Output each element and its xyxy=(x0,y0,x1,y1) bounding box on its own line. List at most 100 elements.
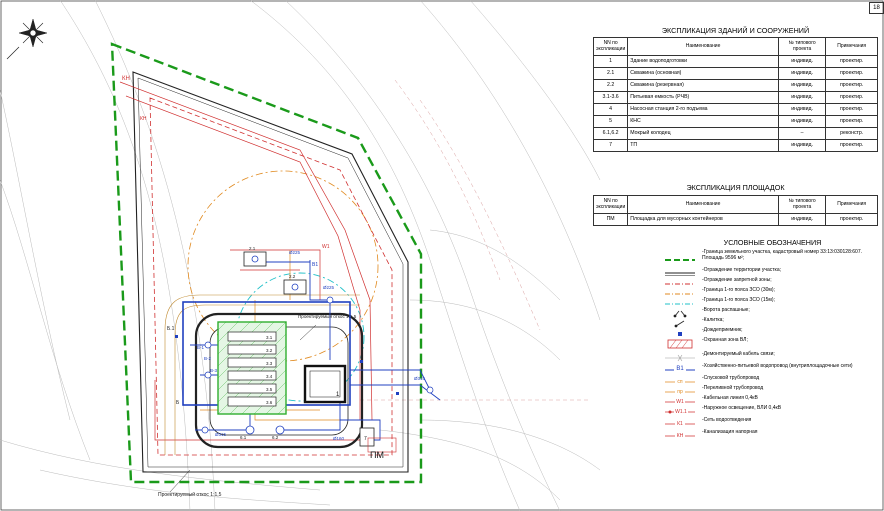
legend-item: -Граница 1-го пояса ЗСО (30м); xyxy=(665,286,880,296)
wet-well-6-2-icon xyxy=(275,425,285,435)
cell-name: Скважина (основная) xyxy=(627,67,779,80)
cell-number: 6.1,6.2 xyxy=(592,127,629,140)
legend-label: -Ограждение территории участка; xyxy=(702,267,781,273)
buildings-table: NN по экспликации Наименование № типовог… xyxy=(592,37,878,152)
legend-item: пр -Переливной трубопровод xyxy=(665,384,880,395)
buildings-table-header: NN по экспликации Наименование № типовог… xyxy=(592,37,878,56)
legend-label: -Калитка; xyxy=(702,317,724,323)
legend-item: -Демонтируемый кабель связи; xyxy=(665,350,880,362)
legend-label: -Кабельная линия 0,4кВ xyxy=(702,395,758,401)
building-label-3-3: 3.3 xyxy=(266,361,273,366)
pipe-label-1: Ø225 xyxy=(289,250,301,255)
cell-number: 1 xyxy=(592,55,629,68)
building-label-3-5: 3.5 xyxy=(266,387,273,392)
legend-title: УСЛОВНЫЕ ОБОЗНАЧЕНИЯ xyxy=(723,238,822,247)
pipe-label-3: Ø315 xyxy=(215,432,227,437)
cell-project: индивид. xyxy=(777,213,827,226)
legend-item: -Охранная зона ВЛ; xyxy=(665,336,880,349)
legend-label: -Граница 1-го пояса ЗСО (30м); xyxy=(702,287,775,293)
col-header-project: № типового проекта xyxy=(777,37,827,56)
site-label-pm: ПМ xyxy=(370,450,384,460)
well-2-2 xyxy=(283,279,307,295)
legend-label: -Хозяйственно-питьевой водопровод (внутр… xyxy=(702,363,853,369)
legend-label: -Ограждение запретной зоны; xyxy=(702,277,772,283)
buildings-table-row: 4 Насосная станция 2-го подъема индивид. пр… xyxy=(592,103,878,116)
building-label-3-1: 3.1 xyxy=(266,335,273,340)
cell-project: индивид. xyxy=(777,55,827,68)
cell-notes: реконстр. xyxy=(825,127,878,140)
cell-notes: проектир. xyxy=(825,91,878,104)
svg-text:W1.1: W1.1 xyxy=(675,409,687,415)
legend-symbol-icon: КН xyxy=(665,428,695,439)
slope-note-label-2: Проектируемый откос 1:1,5 xyxy=(298,313,357,319)
road-lines xyxy=(360,79,590,401)
legend-label: -Спусковой трубопровод xyxy=(702,375,760,381)
net-label-v1: В1 xyxy=(312,262,318,268)
cell-notes: проектир. xyxy=(825,103,878,116)
legend-item: -Ограждение территории участка; xyxy=(665,266,880,276)
page-number: 18 xyxy=(869,2,884,14)
legend-item: сп -Спусковой трубопровод xyxy=(665,374,880,385)
sites-table-header: NN по экспликации Наименование № типовог… xyxy=(592,195,878,214)
legend-label: -Сеть водоотведения xyxy=(702,417,752,423)
sites-table: NN по экспликации Наименование № типовог… xyxy=(592,195,878,226)
cell-name: Здание водоподготовки xyxy=(627,55,779,68)
cell-project: индивид. xyxy=(777,139,827,152)
cell-project: индивид. xyxy=(777,67,827,80)
col-header-name: Наименование xyxy=(627,37,779,56)
svg-text:КН: КН xyxy=(677,433,684,439)
cell-name: Мокрый колодец xyxy=(627,127,779,140)
legend-symbol-icon xyxy=(665,266,695,276)
legend-item: -Граница земельного участка, кадастровый… xyxy=(665,249,880,262)
legend-item: -Граница 1-го пояса ЗСО (15м); xyxy=(665,296,880,306)
legend-item: -Ворота распашные; xyxy=(665,306,880,318)
buildings-table-title: ЭКСПЛИКАЦИЯ ЗДАНИЙ И СООРУЖЕНИЙ xyxy=(661,26,810,35)
legend-item: КН -Канализация напорная xyxy=(665,428,880,439)
net-label-w1: W1 xyxy=(322,244,330,250)
legend-symbol-icon xyxy=(665,316,695,328)
net-label-v-1: В-1 xyxy=(197,345,205,350)
buildings-table-row: 6.1,6.2 Мокрый колодец – реконстр. xyxy=(592,127,878,140)
legend-item: -Ограждение запретной зоны; xyxy=(665,276,880,286)
col-header-notes: Примечания xyxy=(825,37,878,56)
legend-symbol-icon xyxy=(665,326,695,336)
building-label-3-2: 3.2 xyxy=(266,348,273,353)
legend-label: -Канализация напорная xyxy=(702,429,758,435)
svg-text:В1: В1 xyxy=(676,366,684,372)
cell-notes: проектир. xyxy=(825,79,878,92)
net-label-b: Б xyxy=(176,400,180,406)
pipe-label-2: Ø225 xyxy=(323,285,335,290)
cell-notes: проектир. xyxy=(825,139,878,152)
land-boundary xyxy=(110,42,423,484)
legend-label: -Переливной трубопровод xyxy=(702,385,764,391)
legend-symbol-icon: В1 xyxy=(665,362,695,372)
legend-item: В1 -Хозяйственно-питьевой водопровод (вну… xyxy=(665,362,880,372)
legend-symbol-icon: К1 xyxy=(665,416,695,427)
building-label-6-1: 6.1 xyxy=(240,435,247,440)
cell-name: Площадка для мусорных контейнеров xyxy=(627,213,779,226)
net-label-v-2: В-2 xyxy=(204,356,212,361)
sites-table-title: ЭКСПЛИКАЦИЯ ПЛОЩАДОК xyxy=(686,183,785,192)
cell-name: КНС xyxy=(627,115,779,128)
pipe-label-5: Ø315 xyxy=(414,376,426,381)
legend-symbol-icon xyxy=(665,350,695,362)
sites-table-row: ПМ Площадка для мусорных контейнеров индив… xyxy=(592,213,878,226)
buildings-table-row: 1 Здание водоподготовки индивид. проектир. xyxy=(592,55,878,68)
legend-symbol-icon xyxy=(665,296,695,306)
building-label-3-4: 3.4 xyxy=(266,374,273,379)
cell-number: 2.1 xyxy=(592,67,629,80)
cell-name: Питьевая емкость (РЧВ) xyxy=(627,91,779,104)
pipe-label-4: Ø160 xyxy=(333,436,345,441)
legend-item: К1 -Сеть водоотведения xyxy=(665,416,880,427)
building-label-7: 7 xyxy=(364,436,367,442)
cell-number: 3.1-3.6 xyxy=(592,91,629,104)
legend-label: -Граница 1-го пояса ЗСО (15м); xyxy=(702,297,775,303)
net-label-v-3: В-3 xyxy=(210,368,218,373)
cell-number: 5 xyxy=(592,115,629,128)
cell-project: индивид. xyxy=(777,91,827,104)
building-label-3-6: 3.6 xyxy=(266,400,273,405)
building-7 xyxy=(359,427,375,447)
legend-symbol-icon: W1.1 xyxy=(665,404,695,415)
legend-symbol-icon xyxy=(665,306,695,318)
legend-symbol-icon xyxy=(665,286,695,296)
